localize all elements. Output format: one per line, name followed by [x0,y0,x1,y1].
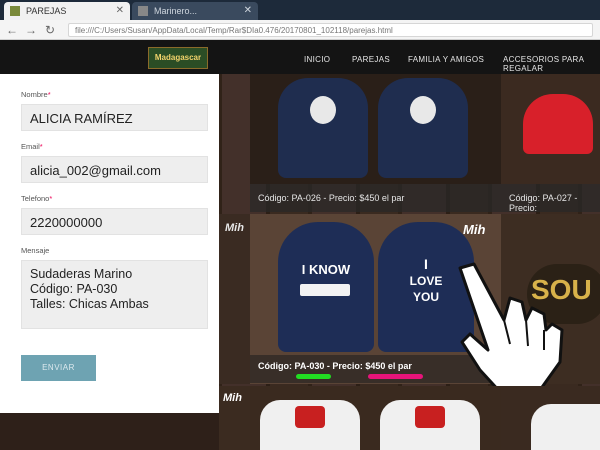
mensaje-textarea[interactable]: Sudaderas Marino Código: PA-030 Talles: … [21,260,208,329]
menu-item-inicio[interactable]: INICIO [304,55,330,64]
hoodie-left-image: I KNOW [278,222,374,352]
close-tab-icon[interactable]: ✕ [244,5,252,16]
crown-graphic [295,406,325,428]
brand-badge: Mih [225,222,244,234]
pointer-hand-icon [458,262,564,396]
hoodie-image [278,78,368,178]
menu-item-parejas[interactable]: PAREJAS [352,55,390,64]
cap-image [523,94,593,154]
brand-badge: Mih [463,222,486,237]
close-tab-icon[interactable]: ✕ [116,5,124,16]
tab-title: PAREJAS [26,6,67,16]
crown-graphic [415,406,445,428]
site-navbar: Madagascar INICIO PAREJAS FAMILIA Y AMIG… [0,40,600,74]
skull-graphic [310,96,336,124]
product-thumb[interactable] [250,386,501,450]
tab-title: Marinero... [154,6,198,16]
product-card-edge: Mih [219,214,250,384]
menu-item-accesorios[interactable]: ACCESORIOS PARA REGALAR [503,55,600,73]
browser-tab-inactive[interactable]: Marinero... ✕ [132,2,258,20]
mensaje-label: Mensaje [21,246,50,255]
menu-item-familia[interactable]: FAMILIA Y AMIGOS [408,55,484,64]
back-icon[interactable]: ← [5,23,19,37]
send-button[interactable]: ENVIAR [21,355,96,381]
address-bar[interactable]: file:///C:/Users/Susan/AppData/Local/Tem… [68,23,593,37]
hoodie-left-text: I KNOW [301,262,351,277]
browser-toolbar: ← → ↻ file:///C:/Users/Susan/AppData/Loc… [0,20,600,40]
email-field[interactable]: alicia_002@gmail.com [21,156,208,183]
code-underline [296,374,331,379]
price-underline [368,374,423,379]
product-caption: Código: PA-027 - Precio: [501,184,600,213]
brand-badge: Mih [223,392,242,404]
product-caption: Código: PA-026 - Precio: $450 el par [250,184,501,212]
product-card-pa026[interactable] [250,74,501,184]
favicon-icon [10,6,20,16]
product-thumb[interactable]: Mih [219,386,250,450]
product-thumb[interactable] [501,386,600,450]
site-logo[interactable]: Madagascar [148,47,208,69]
contact-form: Nombre* ALICIA RAMÍREZ Email* alicia_002… [0,74,219,413]
email-label: Email* [21,142,43,151]
favicon-icon [138,6,148,16]
nombre-field[interactable]: ALICIA RAMÍREZ [21,104,208,131]
telefono-label: Telefono* [21,194,53,203]
forward-icon[interactable]: → [24,23,38,37]
blaster-graphic [300,284,350,296]
nombre-label: Nombre* [21,90,51,99]
hoodie-image [378,78,468,178]
product-card-pa027[interactable] [501,74,600,184]
skull-graphic [410,96,436,124]
browser-tab-strip: PAREJAS ✕ Marinero... ✕ [0,0,600,20]
browser-tab-active[interactable]: PAREJAS ✕ [4,2,130,20]
reload-icon[interactable]: ↻ [43,23,57,37]
telefono-field[interactable]: 2220000000 [21,208,208,235]
tshirt-image [531,404,600,450]
